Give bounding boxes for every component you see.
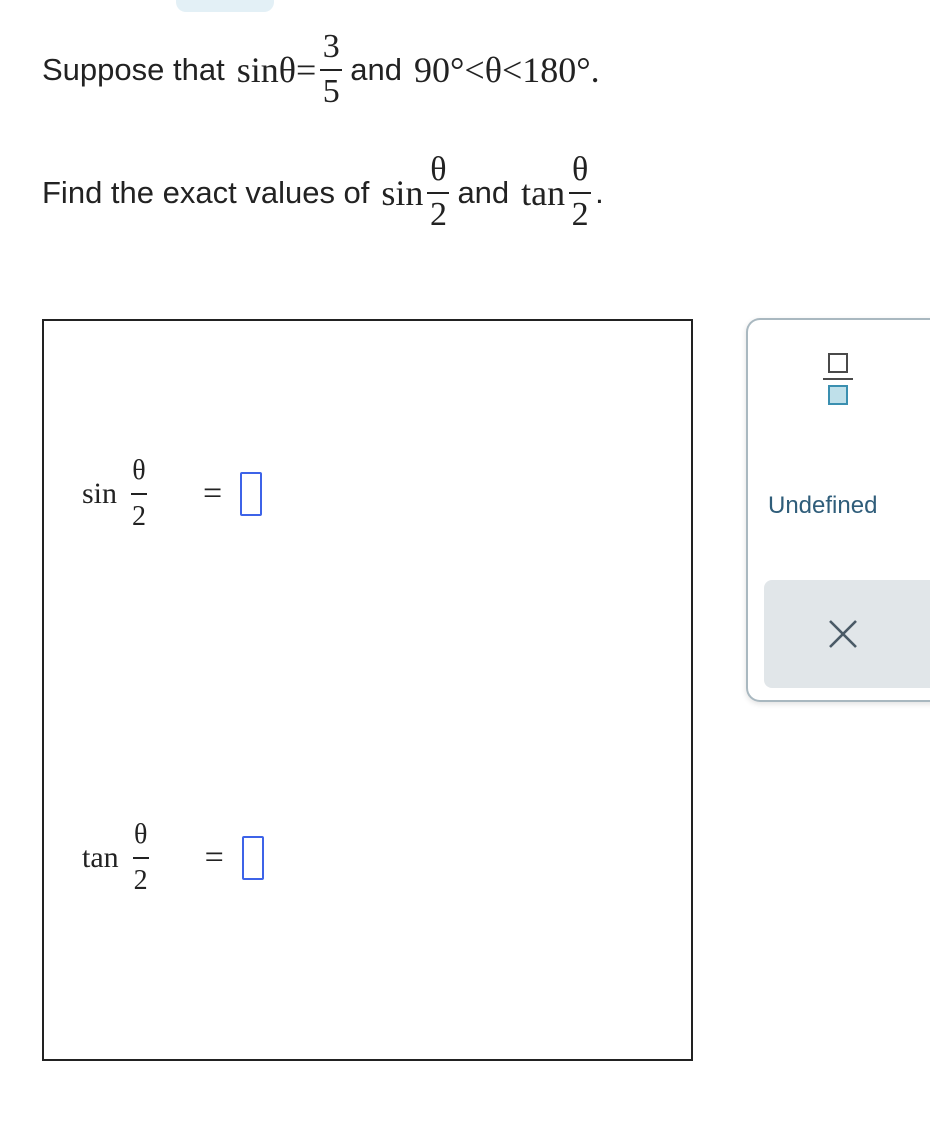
fraction-bar	[132, 857, 149, 859]
undefined-button[interactable]: Undefined	[768, 492, 877, 520]
equals-sign: =	[204, 839, 224, 876]
fraction-three-fifths: 3 5	[320, 28, 343, 110]
sin-theta-equals: sinθ=	[236, 49, 317, 90]
math-palette: Undefined	[746, 318, 930, 702]
fraction-bar	[427, 192, 450, 194]
equals-sign: =	[203, 475, 223, 512]
tan-function: tan	[521, 172, 566, 213]
fraction-theta-over-two: θ 2	[569, 151, 592, 233]
fraction-bar	[131, 493, 148, 495]
fraction-template-icon	[828, 353, 848, 373]
period: .	[595, 174, 604, 210]
fraction-denominator: 2	[429, 196, 447, 233]
fraction-denominator: 2	[133, 865, 148, 896]
sin-answer-input[interactable]	[240, 472, 263, 516]
fraction-denominator: 5	[322, 73, 340, 110]
angle-condition: 90°<θ<180°.	[414, 49, 600, 90]
fraction-numerator: θ	[132, 455, 146, 486]
problem-prefix: Suppose that	[42, 51, 225, 87]
and-text: and	[457, 174, 510, 210]
fraction-numerator: θ	[572, 151, 589, 188]
close-icon	[829, 620, 857, 648]
clear-button[interactable]	[764, 580, 930, 688]
answer-row-sin: sin θ 2 =	[82, 455, 263, 532]
problem-statement: Suppose that sinθ= 3 5 and 90°<θ<180°.	[42, 30, 600, 109]
fraction-template-button[interactable]	[818, 353, 858, 423]
fraction-denominator: 2	[571, 196, 589, 233]
tan-answer-input[interactable]	[241, 836, 264, 880]
question-prefix: Find the exact values of	[42, 174, 370, 210]
answer-function: sin	[82, 477, 118, 510]
fraction-numerator: 3	[322, 28, 340, 65]
answer-fraction: θ 2	[131, 455, 148, 532]
sin-function: sin	[381, 172, 424, 213]
fraction-numerator: θ	[430, 151, 447, 188]
answer-fraction: θ 2	[132, 819, 149, 896]
answer-box: sin θ 2 = tan θ 2 =	[42, 319, 693, 1061]
problem-question: Find the exact values of sin θ 2 and tan…	[42, 153, 604, 232]
top-tab	[176, 0, 274, 12]
fraction-bar	[320, 69, 343, 71]
fraction-bar	[569, 192, 592, 194]
fraction-numerator: θ	[133, 819, 148, 850]
fraction-denominator: 2	[132, 501, 147, 532]
fraction-theta-over-two: θ 2	[427, 151, 450, 233]
fraction-template-bar	[823, 378, 853, 380]
answer-function: tan	[82, 841, 119, 874]
fraction-template-denominator	[828, 385, 848, 405]
answer-row-tan: tan θ 2 =	[82, 821, 264, 895]
and-text: and	[350, 51, 402, 87]
